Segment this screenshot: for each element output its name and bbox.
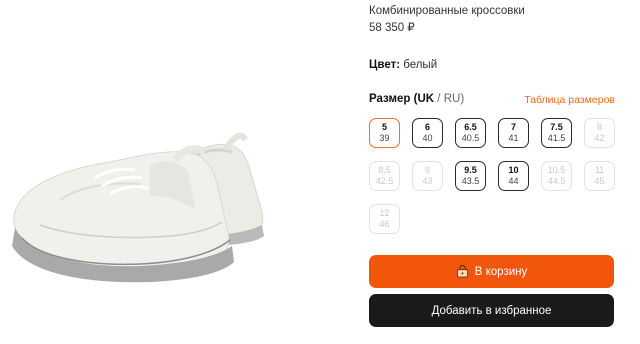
size-ru-value: 40.5: [461, 133, 480, 143]
size-uk-value: 9.5: [464, 165, 477, 175]
size-ru-value: 41: [508, 133, 519, 143]
color-info: Цвет: белый: [369, 59, 438, 71]
size-option[interactable]: 9.5 43.5: [455, 161, 486, 191]
add-to-cart-label: В корзину: [474, 265, 528, 278]
size-uk-value: 7.5: [550, 122, 563, 132]
size-uk-value: 10.5: [547, 165, 566, 175]
size-option: 12 46: [369, 204, 400, 234]
size-option: 8 42: [584, 118, 615, 148]
size-ru-value: 40: [422, 133, 433, 143]
add-to-favorites-label: Добавить в избранное: [431, 304, 552, 317]
size-option[interactable]: 10 44: [498, 161, 529, 191]
size-option: 11 45: [584, 161, 615, 191]
size-label: Размер: [369, 93, 411, 105]
add-to-favorites-button[interactable]: Добавить в избранное: [369, 294, 614, 327]
size-ru-value: 39: [379, 133, 390, 143]
size-system-uk[interactable]: UK: [417, 93, 434, 105]
product-price: 58 350 ₽: [369, 22, 415, 34]
size-uk-value: 8.5: [378, 165, 391, 175]
size-uk-value: 10: [508, 165, 519, 175]
size-ru-value: 42.5: [375, 176, 394, 186]
front-sneaker: [12, 145, 234, 283]
size-table-link[interactable]: Таблица размеров: [524, 94, 615, 106]
size-uk-value: 6: [424, 122, 430, 132]
size-option: 9 43: [412, 161, 443, 191]
size-ru-value: 44.5: [547, 176, 566, 186]
size-ru-value: 44: [508, 176, 519, 186]
size-heading: Размер (UK / RU): [369, 93, 465, 105]
size-ru-value: 43.5: [461, 176, 480, 186]
size-ru-value: 46: [379, 219, 390, 229]
size-option[interactable]: 6 40: [412, 118, 443, 148]
color-value: белый: [403, 59, 438, 71]
size-ru-value: 43: [422, 176, 433, 186]
size-uk-value: 12: [379, 208, 390, 218]
size-uk-value: 7: [510, 122, 516, 132]
size-uk-value: 11: [594, 165, 605, 175]
size-ru-value: 41.5: [547, 133, 566, 143]
product-name: Комбинированные кроссовки: [369, 5, 525, 17]
size-option: 10.5 44.5: [541, 161, 572, 191]
size-option[interactable]: 7.5 41.5: [541, 118, 572, 148]
color-label: Цвет: [369, 59, 397, 71]
size-ru-value: 45: [594, 176, 605, 186]
size-option[interactable]: 7 41: [498, 118, 529, 148]
size-uk-value: 5: [381, 122, 387, 132]
lock-bag-icon: [456, 265, 468, 278]
size-system-ru[interactable]: RU: [444, 93, 461, 105]
size-uk-value: 9: [424, 165, 430, 175]
size-option[interactable]: 5 39: [369, 118, 400, 148]
size-ru-value: 42: [594, 133, 605, 143]
sneakers-image: [12, 132, 264, 283]
product-image[interactable]: [0, 0, 330, 344]
size-uk-value: 6.5: [464, 122, 477, 132]
size-option[interactable]: 6.5 40.5: [455, 118, 486, 148]
size-option: 8.5 42.5: [369, 161, 400, 191]
add-to-cart-button[interactable]: В корзину: [369, 255, 614, 288]
size-uk-value: 8: [596, 122, 602, 132]
